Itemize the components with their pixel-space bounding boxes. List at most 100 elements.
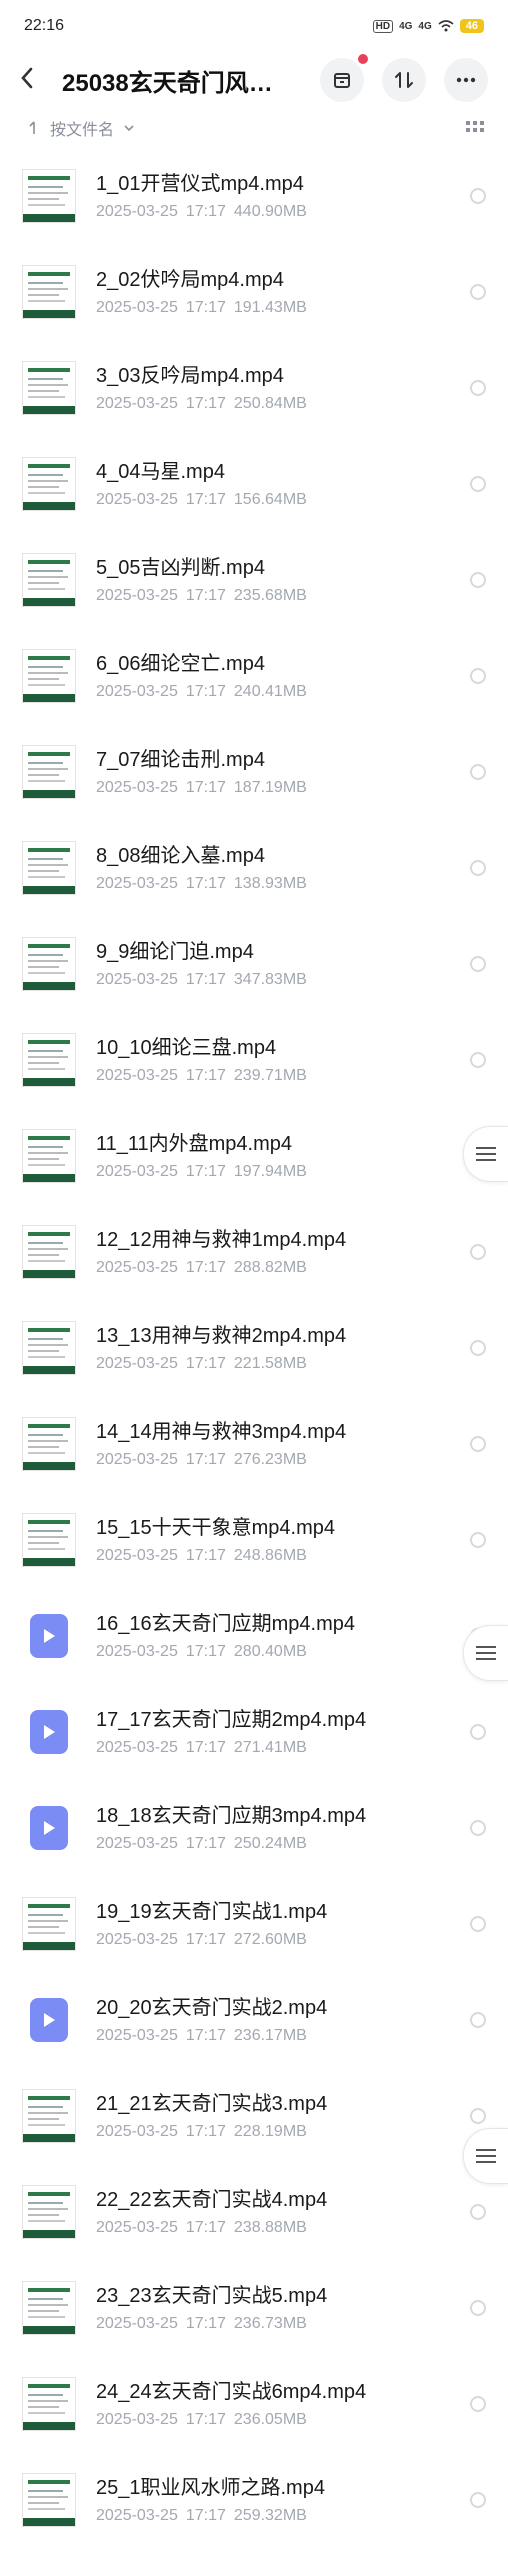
select-radio[interactable] [470,1340,486,1356]
file-row[interactable]: 20_20玄天奇门实战2.mp4 2025-03-25 17:17 236.17MB [0,1972,508,2068]
select-radio[interactable] [470,572,486,588]
file-row[interactable]: 17_17玄天奇门应期2mp4.mp4 2025-03-25 17:17 271.41… [0,1684,508,1780]
file-name: 7_07细论击刑.mp4 [96,749,265,771]
video-file-icon [30,1614,68,1658]
file-row[interactable]: 15_15十天干象意mp4.mp4 2025-03-25 17:17 248.86MB [0,1492,508,1588]
select-radio[interactable] [470,284,486,300]
file-row[interactable]: 16_16玄天奇门应期mp4.mp4 2025-03-25 17:17 280.40M… [0,1588,508,1684]
file-info: 25_1职业风水师之路.mp4 2025-03-25 17:17 259.32MB [96,2475,470,2525]
file-name: 24_24玄天奇门实战6mp4.mp4 [96,2381,367,2403]
select-radio[interactable] [470,1052,486,1068]
select-radio[interactable] [470,956,486,972]
file-thumbnail [22,1993,76,2047]
status-time: 22:16 [24,17,65,34]
file-time: 17:17 [185,395,226,412]
file-row[interactable]: 3_03反吟局mp4.mp4 2025-03-25 17:17 250.84MB [0,340,508,436]
menu-icon [476,1646,496,1660]
file-meta: 2025-03-25 17:17 288.82MB [96,1259,470,1277]
select-radio[interactable] [470,668,486,684]
file-date: 2025-03-25 [96,1739,178,1756]
file-row[interactable]: 9_9细论门迫.mp4 2025-03-25 17:17 347.83MB [0,916,508,1012]
file-row[interactable]: 25_1职业风水师之路.mp4 2025-03-25 17:17 259.32MB [0,2452,508,2548]
file-info: 7_07细论击刑.mp4 2025-03-25 17:17 187.19MB [96,747,470,797]
file-row[interactable]: 6_06细论空亡.mp4 2025-03-25 17:17 240.41MB [0,628,508,724]
file-info: 24_24玄天奇门实战6mp4.mp4 2025-03-25 17:17 236.05… [96,2379,470,2429]
file-size: 240.41MB [233,683,307,700]
file-time: 17:17 [185,2123,226,2140]
select-radio[interactable] [470,1436,486,1452]
file-meta: 2025-03-25 17:17 250.84MB [96,395,470,413]
select-radio[interactable] [470,1532,486,1548]
select-radio[interactable] [470,2492,486,2508]
file-thumbnail [22,2281,76,2335]
file-size: 238.88MB [233,2219,307,2236]
archive-button[interactable] [320,54,368,102]
chevron-left-icon [21,67,33,89]
file-info: 4_04马星.mp4 2025-03-25 17:17 156.64MB [96,459,470,509]
sort-order-button[interactable] [382,58,426,102]
file-size: 280.40MB [233,1643,307,1660]
file-thumbnail [22,1321,76,1375]
file-row[interactable]: 1_01开营仪式mp4.mp4 2025-03-25 17:17 440.90MB [0,148,508,244]
file-row[interactable]: 24_24玄天奇门实战6mp4.mp4 2025-03-25 17:17 236.05… [0,2356,508,2452]
file-row[interactable]: 12_12用神与救神1mp4.mp4 2025-03-25 17:17 288.82M… [0,1204,508,1300]
file-row[interactable]: 10_10细论三盘.mp4 2025-03-25 17:17 239.71MB [0,1012,508,1108]
play-icon [44,1725,55,1739]
select-radio[interactable] [470,380,486,396]
slide-preview-image [22,2377,76,2431]
file-row[interactable]: 23_23玄天奇门实战5.mp4 2025-03-25 17:17 236.73MB [0,2260,508,2356]
select-radio[interactable] [470,860,486,876]
select-radio[interactable] [470,1724,486,1740]
select-radio[interactable] [470,2108,486,2124]
select-radio[interactable] [470,2204,486,2220]
slide-preview-image [22,457,76,511]
side-menu-handle[interactable] [463,1126,508,1182]
file-meta: 2025-03-25 17:17 235.68MB [96,587,470,605]
select-radio[interactable] [470,2396,486,2412]
select-radio[interactable] [470,2012,486,2028]
file-meta: 2025-03-25 17:17 236.73MB [96,2315,470,2333]
select-radio[interactable] [470,1820,486,1836]
file-date: 2025-03-25 [96,779,178,796]
select-radio[interactable] [470,1916,486,1932]
file-name: 21_21玄天奇门实战3.mp4 [96,2093,328,2115]
file-name: 22_22玄天奇门实战4.mp4 [96,2189,328,2211]
slide-preview-image [22,745,76,799]
file-row[interactable]: 11_11内外盘mp4.mp4 2025-03-25 17:17 197.94MB [0,1108,508,1204]
select-radio[interactable] [470,764,486,780]
side-menu-handle[interactable] [463,2128,508,2184]
select-radio[interactable] [470,188,486,204]
file-size: 191.43MB [233,299,307,316]
file-name: 5_05吉凶判断.mp4 [96,557,265,579]
battery-indicator: 46 [459,19,484,33]
file-row[interactable]: 13_13用神与救神2mp4.mp4 2025-03-25 17:17 221.58M… [0,1300,508,1396]
file-row[interactable]: 4_04马星.mp4 2025-03-25 17:17 156.64MB [0,436,508,532]
file-row[interactable]: 19_19玄天奇门实战1.mp4 2025-03-25 17:17 272.60MB [0,1876,508,1972]
slide-preview-image [22,1513,76,1567]
more-button[interactable] [444,58,488,102]
file-row[interactable]: 5_05吉凶判断.mp4 2025-03-25 17:17 235.68MB [0,532,508,628]
chevron-down-icon [124,125,134,132]
file-size: 276.23MB [233,1451,307,1468]
back-button[interactable] [20,65,48,95]
file-row[interactable]: 8_08细论入墓.mp4 2025-03-25 17:17 138.93MB [0,820,508,916]
select-radio[interactable] [470,2300,486,2316]
file-row[interactable]: 21_21玄天奇门实战3.mp4 2025-03-25 17:17 228.19MB [0,2068,508,2164]
file-date: 2025-03-25 [96,1355,178,1372]
file-name: 20_20玄天奇门实战2.mp4 [96,1997,328,2019]
file-date: 2025-03-25 [96,491,178,508]
file-row[interactable]: 14_14用神与救神3mp4.mp4 2025-03-25 17:17 276.23M… [0,1396,508,1492]
sort-arrows-icon [395,72,413,88]
file-size: 235.68MB [233,587,307,604]
file-row[interactable]: 22_22玄天奇门实战4.mp4 2025-03-25 17:17 238.88MB [0,2164,508,2260]
side-menu-handle[interactable] [463,1625,508,1681]
file-row[interactable]: 7_07细论击刑.mp4 2025-03-25 17:17 187.19MB [0,724,508,820]
file-name: 19_19玄天奇门实战1.mp4 [96,1901,328,1923]
select-radio[interactable] [470,476,486,492]
sort-dropdown[interactable]: 按文件名 [28,116,134,140]
file-row[interactable]: 2_02伏吟局mp4.mp4 2025-03-25 17:17 191.43MB [0,244,508,340]
grid-view-icon[interactable] [466,121,484,135]
file-row[interactable]: 18_18玄天奇门应期3mp4.mp4 2025-03-25 17:17 250.24… [0,1780,508,1876]
file-thumbnail [22,2089,76,2143]
select-radio[interactable] [470,1244,486,1260]
